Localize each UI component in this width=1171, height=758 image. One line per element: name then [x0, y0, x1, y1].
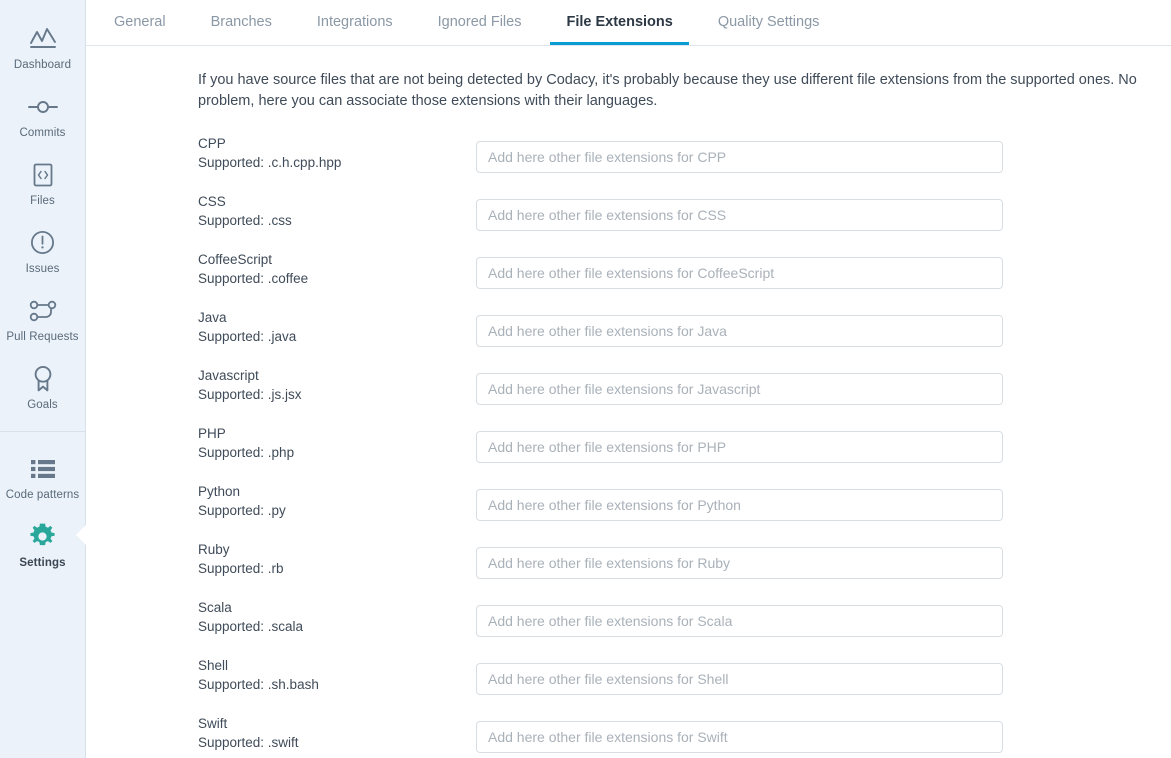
language-supported-extensions: Supported: .scala — [198, 617, 476, 636]
language-supported-extensions: Supported: .php — [198, 443, 476, 462]
language-supported-extensions: Supported: .js.jsx — [198, 385, 476, 404]
tab-quality settings[interactable]: Quality Settings — [718, 0, 820, 44]
language-supported-extensions: Supported: .coffee — [198, 269, 476, 288]
sidebar-item-label: Pull Requests — [6, 332, 78, 344]
language-name: Java — [198, 309, 476, 327]
tab-general[interactable]: General — [114, 0, 166, 44]
language-name: CoffeeScript — [198, 251, 476, 269]
extensions-input-javascript[interactable] — [476, 373, 1003, 405]
language-supported-extensions: Supported: .py — [198, 501, 476, 520]
pull-request-icon — [29, 297, 57, 325]
file-extensions-list: CPP Supported: .c.h.cpp.hpp CSS Supporte… — [86, 135, 1171, 758]
language-info-java: Java Supported: .java — [198, 309, 476, 346]
language-supported-extensions: Supported: .swift — [198, 733, 476, 752]
tab-branches[interactable]: Branches — [211, 0, 272, 44]
sidebar-item-label: Settings — [19, 558, 65, 570]
sidebar-item-label: Commits — [19, 128, 65, 140]
tab-file extensions[interactable]: File Extensions — [566, 0, 672, 44]
file-extension-row: PHP Supported: .php — [198, 425, 1171, 483]
language-name: PHP — [198, 425, 476, 443]
extensions-input-scala[interactable] — [476, 605, 1003, 637]
sidebar-item-settings[interactable]: Settings — [0, 512, 86, 580]
tab-ignored files[interactable]: Ignored Files — [438, 0, 522, 44]
sidebar-item-goals[interactable]: Goals — [0, 354, 86, 422]
primary-sidebar: Dashboard Commits Files Issues Pull Requ… — [0, 0, 86, 758]
language-info-scala: Scala Supported: .scala — [198, 599, 476, 636]
exclamation-circle-icon — [30, 229, 55, 257]
language-info-css: CSS Supported: .css — [198, 193, 476, 230]
language-supported-extensions: Supported: .css — [198, 211, 476, 230]
language-supported-extensions: Supported: .java — [198, 327, 476, 346]
sidebar-item-files[interactable]: Files — [0, 150, 86, 218]
code-file-icon — [33, 161, 53, 189]
language-info-shell: Shell Supported: .sh.bash — [198, 657, 476, 694]
file-extension-row: Shell Supported: .sh.bash — [198, 657, 1171, 715]
extensions-input-java[interactable] — [476, 315, 1003, 347]
settings-tabbar: General Branches Integrations Ignored Fi… — [86, 0, 1171, 46]
sidebar-item-label: Goals — [27, 400, 58, 412]
extensions-input-css[interactable] — [476, 199, 1003, 231]
file-extension-row: CPP Supported: .c.h.cpp.hpp — [198, 135, 1171, 193]
extensions-input-swift[interactable] — [476, 721, 1003, 753]
extensions-input-cpp[interactable] — [476, 141, 1003, 173]
commit-icon — [28, 93, 58, 121]
list-icon — [31, 455, 55, 483]
language-supported-extensions: Supported: .sh.bash — [198, 675, 476, 694]
language-name: Shell — [198, 657, 476, 675]
file-extension-row: Python Supported: .py — [198, 483, 1171, 541]
file-extension-row: Ruby Supported: .rb — [198, 541, 1171, 599]
content-area: General Branches Integrations Ignored Fi… — [86, 0, 1171, 758]
sidebar-divider — [0, 431, 86, 432]
sidebar-item-commits[interactable]: Commits — [0, 82, 86, 150]
app-root: Dashboard Commits Files Issues Pull Requ… — [0, 0, 1171, 758]
file-extension-row: CSS Supported: .css — [198, 193, 1171, 251]
sidebar-item-dashboard[interactable]: Dashboard — [0, 14, 86, 82]
language-info-swift: Swift Supported: .swift — [198, 715, 476, 752]
sidebar-item-pull requests[interactable]: Pull Requests — [0, 286, 86, 354]
tab-integrations[interactable]: Integrations — [317, 0, 393, 44]
language-info-php: PHP Supported: .php — [198, 425, 476, 462]
extensions-input-php[interactable] — [476, 431, 1003, 463]
language-name: Ruby — [198, 541, 476, 559]
sidebar-item-code patterns[interactable]: Code patterns — [0, 444, 86, 512]
file-extension-row: Java Supported: .java — [198, 309, 1171, 367]
language-info-python: Python Supported: .py — [198, 483, 476, 520]
language-supported-extensions: Supported: .rb — [198, 559, 476, 578]
sidebar-item-label: Files — [30, 196, 55, 208]
language-name: CSS — [198, 193, 476, 211]
language-info-ruby: Ruby Supported: .rb — [198, 541, 476, 578]
sidebar-item-issues[interactable]: Issues — [0, 218, 86, 286]
sidebar-item-label: Issues — [26, 264, 60, 276]
extensions-input-python[interactable] — [476, 489, 1003, 521]
extensions-input-ruby[interactable] — [476, 547, 1003, 579]
language-name: Scala — [198, 599, 476, 617]
page-intro-text: If you have source files that are not be… — [86, 70, 1171, 112]
file-extension-row: Javascript Supported: .js.jsx — [198, 367, 1171, 425]
file-extension-row: CoffeeScript Supported: .coffee — [198, 251, 1171, 309]
language-name: Swift — [198, 715, 476, 733]
language-name: Python — [198, 483, 476, 501]
chart-line-icon — [29, 25, 57, 53]
gear-icon — [29, 523, 56, 551]
extensions-input-coffeescript[interactable] — [476, 257, 1003, 289]
sidebar-item-label: Code patterns — [6, 490, 80, 502]
sidebar-item-label: Dashboard — [14, 60, 71, 72]
award-ribbon-icon — [32, 365, 54, 393]
active-indicator-notch — [76, 524, 87, 546]
language-name: CPP — [198, 135, 476, 153]
extensions-input-shell[interactable] — [476, 663, 1003, 695]
file-extension-row: Swift Supported: .swift — [198, 715, 1171, 758]
language-info-coffeescript: CoffeeScript Supported: .coffee — [198, 251, 476, 288]
file-extension-row: Scala Supported: .scala — [198, 599, 1171, 657]
language-name: Javascript — [198, 367, 476, 385]
language-info-javascript: Javascript Supported: .js.jsx — [198, 367, 476, 404]
language-info-cpp: CPP Supported: .c.h.cpp.hpp — [198, 135, 476, 172]
language-supported-extensions: Supported: .c.h.cpp.hpp — [198, 153, 476, 172]
